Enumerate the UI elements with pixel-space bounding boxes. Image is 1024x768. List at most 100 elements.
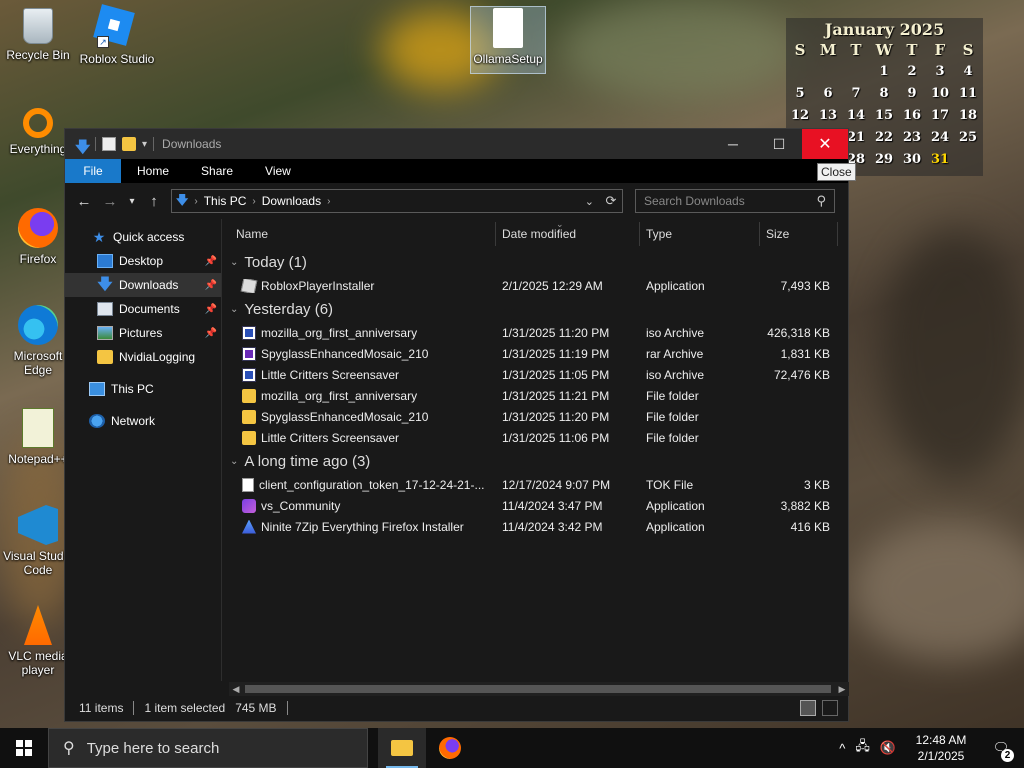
search-input[interactable]: Search Downloads (644, 194, 745, 208)
show-hidden-icons-chevron-icon[interactable]: ^ (839, 741, 845, 756)
group-header[interactable]: ⌄ A long time ago (3) (222, 448, 848, 474)
nav-item-nvidialogging[interactable]: NvidiaLogging (65, 345, 221, 369)
group-header[interactable]: ⌄ Today (1) (222, 249, 848, 275)
file-date: 11/4/2024 3:47 PM (502, 498, 603, 513)
back-button[interactable]: ← (71, 193, 97, 210)
table-row[interactable]: Ninite 7Zip Everything Firefox Installer… (222, 516, 848, 537)
horizontal-scrollbar[interactable]: ◀ ▶ (229, 682, 849, 696)
file-date: 1/31/2025 11:19 PM (502, 346, 610, 361)
scrollbar-thumb[interactable] (245, 685, 831, 693)
notification-center-button[interactable]: 🗨 2 (986, 728, 1016, 768)
file-name: Ninite 7Zip Everything Firefox Installer (261, 519, 464, 534)
title-bar[interactable]: 🡇 ▾ Downloads ─ ☐ ✕ (65, 129, 848, 159)
customize-toolbar-chevron-icon[interactable]: ▾ (142, 139, 147, 150)
table-row[interactable]: SpyglassEnhancedMosaic_210 1/31/2025 11:1… (222, 343, 848, 364)
properties-icon[interactable] (102, 137, 116, 151)
breadcrumb-this-pc[interactable]: This PC (204, 194, 247, 208)
file-explorer-window: 🡇 ▾ Downloads ─ ☐ ✕ File Home Share View… (64, 128, 849, 722)
file-type: File folder (646, 388, 699, 403)
address-dropdown-icon[interactable]: ⌄ (585, 195, 594, 208)
navigation-pane: ★ Quick access Desktop 📌 🡇 Downloads 📌 D… (65, 219, 222, 681)
search-icon: ⚲ (816, 193, 826, 208)
recent-locations-chevron-icon[interactable]: ▾ (123, 196, 141, 207)
breadcrumb-downloads[interactable]: Downloads (262, 194, 321, 208)
table-row[interactable]: SpyglassEnhancedMosaic_210 1/31/2025 11:2… (222, 406, 848, 427)
nav-item-this-pc[interactable]: This PC (65, 377, 221, 401)
desktop-icon-roblox-studio[interactable]: ↗ Roblox Studio (79, 4, 155, 66)
file-name: mozilla_org_first_anniversary (261, 325, 418, 340)
volume-muted-icon[interactable]: 🔇 (880, 740, 896, 756)
vscode-icon (18, 505, 58, 545)
calendar-day: 3 (935, 64, 945, 79)
table-row[interactable]: RobloxPlayerInstaller 2/1/2025 12:29 AM Ap… (222, 275, 848, 296)
clock[interactable]: 12:48 AM 2/1/2025 (906, 732, 976, 764)
table-row[interactable]: mozilla_org_first_anniversary 1/31/2025 1… (222, 385, 848, 406)
table-row[interactable]: client_configuration_token_17-12-24-21-.… (222, 474, 848, 495)
group-header[interactable]: ⌄ Yesterday (6) (222, 296, 848, 322)
nav-item-network[interactable]: Network (65, 409, 221, 433)
collapse-chevron-icon[interactable]: ⌄ (230, 257, 238, 268)
calendar-day: 30 (902, 152, 922, 167)
large-icons-view-button[interactable] (822, 700, 838, 716)
tab-file[interactable]: File (65, 159, 121, 183)
calendar-day: 6 (823, 86, 833, 101)
taskbar-file-explorer[interactable] (378, 728, 426, 768)
system-tray: ^ 🖧 🔇 12:48 AM 2/1/2025 🗨 2 (839, 728, 1024, 768)
network-icon (89, 414, 105, 428)
nav-item-documents[interactable]: Documents 📌 (65, 297, 221, 321)
refresh-icon[interactable]: ⟳ (600, 193, 622, 209)
up-button[interactable]: ↑ (141, 193, 167, 210)
forward-button[interactable]: → (97, 193, 123, 210)
column-header-name[interactable]: Name (222, 222, 496, 246)
tab-share[interactable]: Share (185, 159, 249, 183)
file-date: 11/4/2024 3:42 PM (502, 519, 603, 534)
details-view-button[interactable] (800, 700, 816, 716)
folder-icon (242, 430, 256, 445)
table-row[interactable]: Little Critters Screensaver 1/31/2025 11:… (222, 427, 848, 448)
collapse-chevron-icon[interactable]: ⌄ (230, 304, 238, 315)
calendar-weekday: S (962, 41, 974, 59)
table-row[interactable]: vs_Community 11/4/2024 3:47 PM Application… (222, 495, 848, 516)
maximize-button[interactable]: ☐ (756, 129, 802, 159)
taskbar-search-input[interactable]: Type here to search (87, 740, 220, 757)
collapse-chevron-icon[interactable]: ⌄ (230, 456, 238, 467)
desktop-icon (97, 254, 113, 268)
file-size: 3,882 KB (780, 498, 830, 513)
scroll-left-arrow-icon[interactable]: ◀ (229, 682, 243, 696)
new-folder-icon[interactable] (122, 137, 136, 151)
desktop-icon-recycle-bin[interactable]: Recycle Bin (0, 8, 76, 62)
nav-item-desktop[interactable]: Desktop 📌 (65, 249, 221, 273)
breadcrumb-separator-icon[interactable]: › (252, 196, 255, 207)
calendar-day: 10 (930, 86, 950, 101)
downloads-arrow-icon: 🡇 (97, 276, 113, 293)
calendar-weekday: M (819, 41, 837, 59)
column-header-type[interactable]: Type (640, 222, 760, 246)
calendar-day: 23 (902, 130, 922, 145)
network-tray-icon[interactable]: 🖧 (855, 737, 870, 759)
breadcrumb-separator-icon[interactable]: › (327, 196, 330, 207)
tab-view[interactable]: View (249, 159, 307, 183)
table-row[interactable]: Little Critters Screensaver 1/31/2025 11:… (222, 364, 848, 385)
start-button[interactable] (0, 728, 48, 768)
clock-date: 2/1/2025 (917, 749, 965, 763)
desktop-icon-ollamasetup[interactable]: OllamaSetup (470, 8, 546, 66)
column-header-date-modified[interactable]: Date modified (496, 222, 640, 246)
column-header-size[interactable]: Size (760, 222, 838, 246)
group-title: Yesterday (6) (244, 300, 334, 318)
calendar-weekday: S (794, 41, 806, 59)
scroll-right-arrow-icon[interactable]: ▶ (835, 682, 849, 696)
breadcrumb-separator-icon[interactable]: › (194, 196, 197, 207)
address-bar[interactable]: 🡇 › This PC › Downloads › ⌄ ⟳ (171, 189, 623, 213)
search-box[interactable]: Search Downloads ⚲ (635, 189, 835, 213)
nav-item-pictures[interactable]: Pictures 📌 (65, 321, 221, 345)
table-row[interactable]: mozilla_org_first_anniversary 1/31/2025 1… (222, 322, 848, 343)
taskbar-firefox[interactable] (426, 728, 474, 768)
nav-item-label: This PC (111, 382, 154, 396)
file-type: iso Archive (646, 367, 705, 382)
minimize-button[interactable]: ─ (710, 129, 756, 159)
nav-item-quick-access[interactable]: ★ Quick access (65, 225, 221, 249)
tab-home[interactable]: Home (121, 159, 185, 183)
taskbar-search-box[interactable]: ⚲ Type here to search (48, 728, 368, 768)
nav-item-downloads[interactable]: 🡇 Downloads 📌 (65, 273, 221, 297)
close-button[interactable]: ✕ (802, 129, 848, 159)
